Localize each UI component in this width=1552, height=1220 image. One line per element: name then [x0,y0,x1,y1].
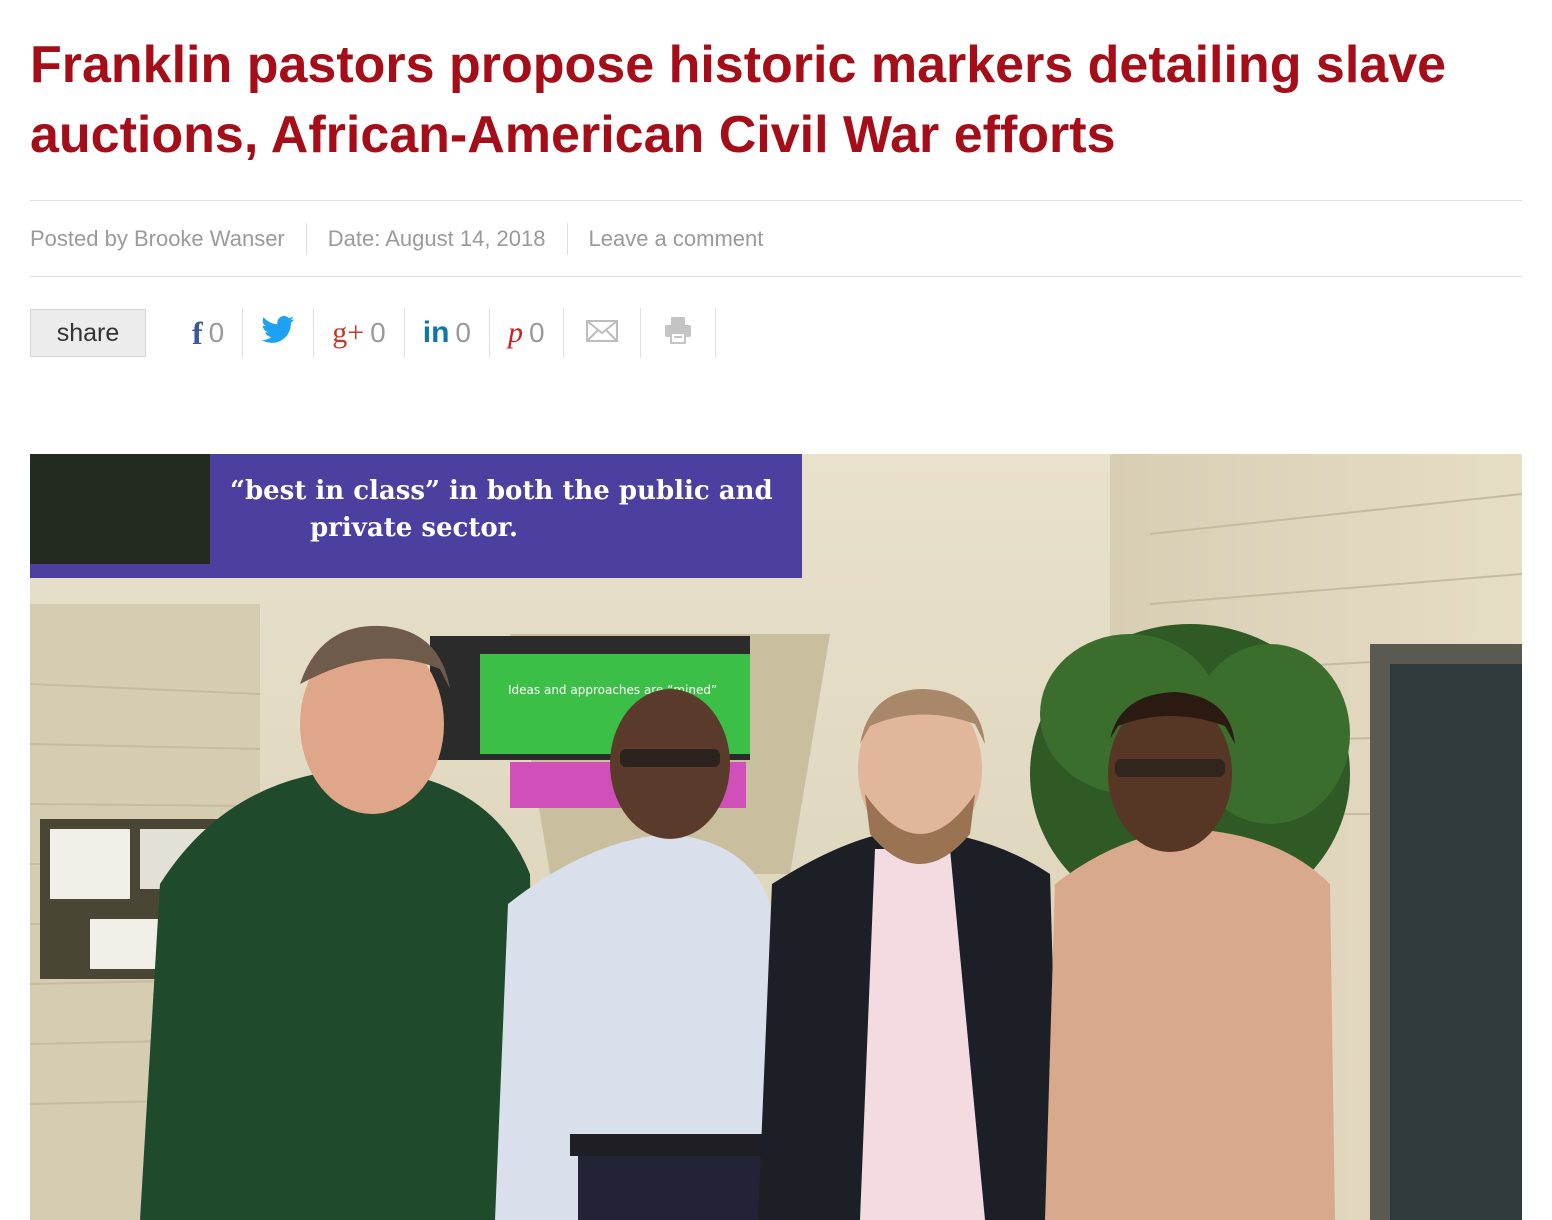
facebook-icon: f [192,314,203,351]
linkedin-count: 0 [455,317,471,348]
google-plus-share-button[interactable]: g+ 0 [314,308,405,358]
facebook-count: 0 [208,317,225,348]
pinterest-share-button[interactable]: p 0 [490,308,564,358]
pinterest-count: 0 [528,317,545,348]
google-plus-icon: g+ [332,316,365,349]
twitter-share-button[interactable] [243,308,315,358]
facebook-share-button[interactable]: f 0 [172,308,244,358]
banner-text-line1: “best in class” in both the public and [230,476,773,506]
pinterest-icon: p [507,316,523,349]
email-share-button[interactable] [564,308,641,358]
author-byline: Posted by Brooke Wanser [30,225,285,251]
article-photo: “best in class” in both the public and p… [30,454,1522,1220]
article-meta: Posted by Brooke Wanser Date: August 14,… [30,200,763,277]
article-title: Franklin pastors propose historic marker… [30,36,1447,164]
print-icon [663,315,693,352]
meta-separator [305,222,307,255]
divider-bottom [30,276,1522,277]
print-button[interactable] [641,308,716,358]
linkedin-icon: in [422,316,450,349]
email-icon [585,317,618,349]
banner-text-line2: private sector. [310,513,518,543]
linkedin-share-button[interactable]: in 0 [405,308,490,358]
share-bar: share f 0 g+ 0 in 0 p 0 [30,308,716,358]
twitter-icon [261,315,295,351]
leave-comment-link[interactable]: Leave a comment [589,226,764,252]
share-label: share [30,309,146,357]
google-plus-count: 0 [370,317,386,348]
publish-date: Date: August 14, 2018 [327,225,546,251]
meta-separator [566,222,568,255]
